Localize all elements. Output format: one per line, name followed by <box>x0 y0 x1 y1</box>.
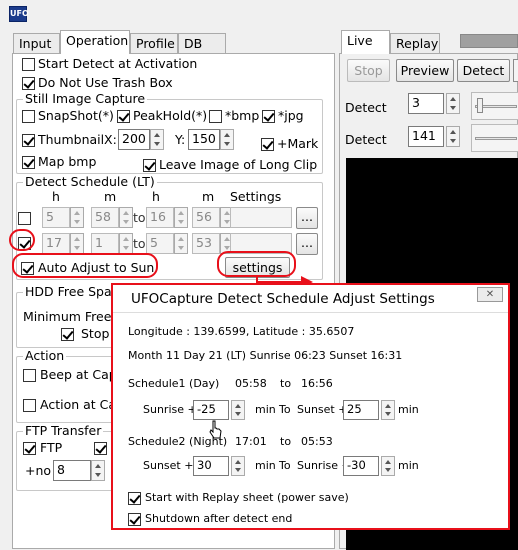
row1-to: To <box>279 403 291 416</box>
schedule-adjust-dialog: UFOCapture Detect Schedule Adjust Settin… <box>111 283 510 530</box>
row1-sunrise-label: Sunrise + <box>143 403 197 416</box>
schedule1-to: to <box>280 377 292 390</box>
row2-min: min <box>255 459 276 472</box>
replay-checkbox[interactable] <box>128 492 141 505</box>
row1-sunset-spinner[interactable] <box>381 400 395 420</box>
replay-label: Start with Replay sheet (power save) <box>145 491 349 504</box>
row2-sunrise-input[interactable]: -30 <box>343 456 379 476</box>
dialog-titlebar: UFOCapture Detect Schedule Adjust Settin… <box>113 285 508 313</box>
row2-sunrise-spinner[interactable] <box>381 456 395 476</box>
schedule2-label: Schedule2 (Night) <box>128 435 228 448</box>
shutdown-label: Shutdown after detect end <box>145 512 293 525</box>
row1-sunrise-input[interactable]: -25 <box>193 400 229 420</box>
schedule2-start: 17:01 <box>235 435 267 448</box>
schedule1-end: 16:56 <box>301 377 333 390</box>
tab-operation[interactable]: Operation <box>60 30 130 54</box>
row2-to: To <box>279 459 291 472</box>
row2-sunset-label: Sunset + <box>143 459 194 472</box>
dialog-close-icon[interactable]: ✕ <box>477 287 503 302</box>
schedule1-start: 05:58 <box>235 377 267 390</box>
row1-min2: min <box>398 403 419 416</box>
row2-min2: min <box>398 459 419 472</box>
schedule2-to: to <box>280 435 292 448</box>
row1-sunset-input[interactable]: 25 <box>343 400 379 420</box>
row1-sunset-label: Sunset + <box>297 403 348 416</box>
schedule2-end: 05:53 <box>301 435 333 448</box>
schedule1-label: Schedule1 (Day) <box>128 377 220 390</box>
row1-sunrise-spinner[interactable] <box>231 400 245 420</box>
row2-sunset-spinner[interactable] <box>231 456 245 476</box>
shutdown-checkbox[interactable] <box>128 513 141 526</box>
coords-text: Longitude : 139.6599, Latitude : 35.6507 <box>128 325 355 338</box>
date-line-text: Month 11 Day 21 (LT) Sunrise 06:23 Sunse… <box>128 349 403 362</box>
row1-min: min <box>255 403 276 416</box>
row2-sunset-input[interactable]: 30 <box>193 456 229 476</box>
dialog-title: UFOCapture Detect Schedule Adjust Settin… <box>131 291 435 307</box>
tab-live[interactable]: Live <box>341 30 390 54</box>
